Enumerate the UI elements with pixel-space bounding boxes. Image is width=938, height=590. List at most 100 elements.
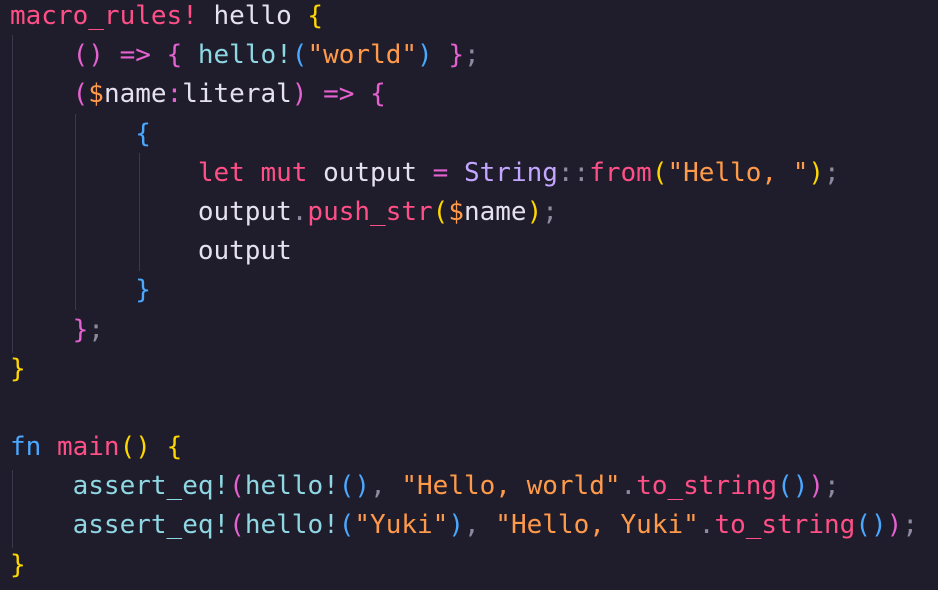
code-line[interactable]: output <box>10 232 918 271</box>
code-token: () <box>338 471 371 502</box>
code-token: let <box>197 157 245 188</box>
code-token: . <box>620 471 637 502</box>
code-token: hello! <box>244 471 339 502</box>
code-token: { <box>370 79 386 110</box>
code-token: () <box>119 432 151 463</box>
code-token: { <box>166 432 183 463</box>
code-token: () <box>855 510 887 541</box>
code-token: ) <box>808 471 825 502</box>
code-line[interactable]: } <box>10 350 918 389</box>
code-token: ; <box>902 510 918 541</box>
code-token: ; <box>542 196 558 227</box>
code-line[interactable]: output.push_str($name); <box>10 193 918 232</box>
code-token: ) <box>448 510 464 541</box>
code-token: main <box>56 432 120 463</box>
code-line[interactable]: ($name:literal) => { <box>10 75 918 114</box>
code-token: ) <box>886 510 903 541</box>
code-token: , <box>370 471 386 502</box>
code-token: fn <box>10 432 42 463</box>
code-line[interactable]: let mut output = String::from("Hello, ")… <box>10 154 918 193</box>
code-token: () <box>72 40 104 71</box>
code-token: } <box>10 353 26 384</box>
code-token: ( <box>229 471 245 502</box>
code-token: ) <box>291 79 308 110</box>
code-token: assert_eq! <box>72 510 230 541</box>
code-line[interactable]: fn main() { <box>10 428 918 467</box>
code-line[interactable] <box>10 389 918 428</box>
code-token: push_str <box>307 196 433 227</box>
code-token: ; <box>464 40 480 71</box>
code-token: literal <box>182 79 292 110</box>
code-token: "Yuki" <box>354 510 449 541</box>
code-line[interactable]: }; <box>10 311 918 350</box>
code-line[interactable]: { <box>10 115 918 154</box>
code-line[interactable]: assert_eq!(hello!("Yuki"), "Hello, Yuki"… <box>10 506 918 545</box>
code-token: hello! <box>182 40 292 71</box>
code-token: ; <box>824 157 840 188</box>
code-line[interactable]: } <box>10 271 918 310</box>
code-token: hello <box>197 1 308 31</box>
code-token: { <box>135 118 151 149</box>
code-token: . <box>698 510 715 541</box>
code-token: : <box>166 79 183 110</box>
code-token: ) <box>417 40 433 71</box>
code-token: output <box>307 157 433 188</box>
code-token: . <box>291 196 308 227</box>
code-token: $ <box>88 79 104 110</box>
code-token: "Hello, Yuki" <box>495 510 699 541</box>
code-line[interactable]: macro_rules! hello { <box>10 0 918 36</box>
code-token: output <box>197 236 292 267</box>
code-token: "Hello, world" <box>401 471 621 502</box>
code-line[interactable]: () => { hello!("world") }; <box>10 36 918 75</box>
code-token: mut <box>260 157 308 188</box>
code-token: } <box>72 314 89 345</box>
code-token: to_string <box>636 471 778 502</box>
code-token: "Hello, " <box>667 157 809 188</box>
code-line[interactable]: assert_eq!(hello!(), "Hello, world".to_s… <box>10 467 918 506</box>
code-token: ( <box>229 510 245 541</box>
code-token: ; <box>88 314 104 345</box>
code-token: ; <box>824 471 840 502</box>
code-token: name <box>103 79 167 110</box>
code-token: => <box>323 79 355 110</box>
code-token: = <box>432 157 449 188</box>
code-token: ( <box>72 79 89 110</box>
code-token: ( <box>338 510 355 541</box>
code-token: to_string <box>714 510 856 541</box>
code-content[interactable]: macro_rules! hello { () => { hello!("wor… <box>10 0 918 585</box>
code-token: "world" <box>307 40 418 71</box>
code-token: name <box>463 196 527 227</box>
code-token: , <box>463 510 480 541</box>
code-token: () <box>777 471 809 502</box>
code-token: ) <box>808 157 825 188</box>
code-token: :: <box>557 157 590 188</box>
code-token: ) <box>526 196 543 227</box>
code-token: ( <box>651 157 668 188</box>
code-token: assert_eq! <box>72 471 230 502</box>
code-token: output <box>197 196 292 227</box>
code-token: from <box>589 157 652 188</box>
code-line[interactable]: } <box>10 546 918 585</box>
code-editor[interactable]: macro_rules! hello { () => { hello!("wor… <box>0 0 938 590</box>
code-token: { <box>166 40 183 71</box>
code-token: ( <box>291 40 308 71</box>
